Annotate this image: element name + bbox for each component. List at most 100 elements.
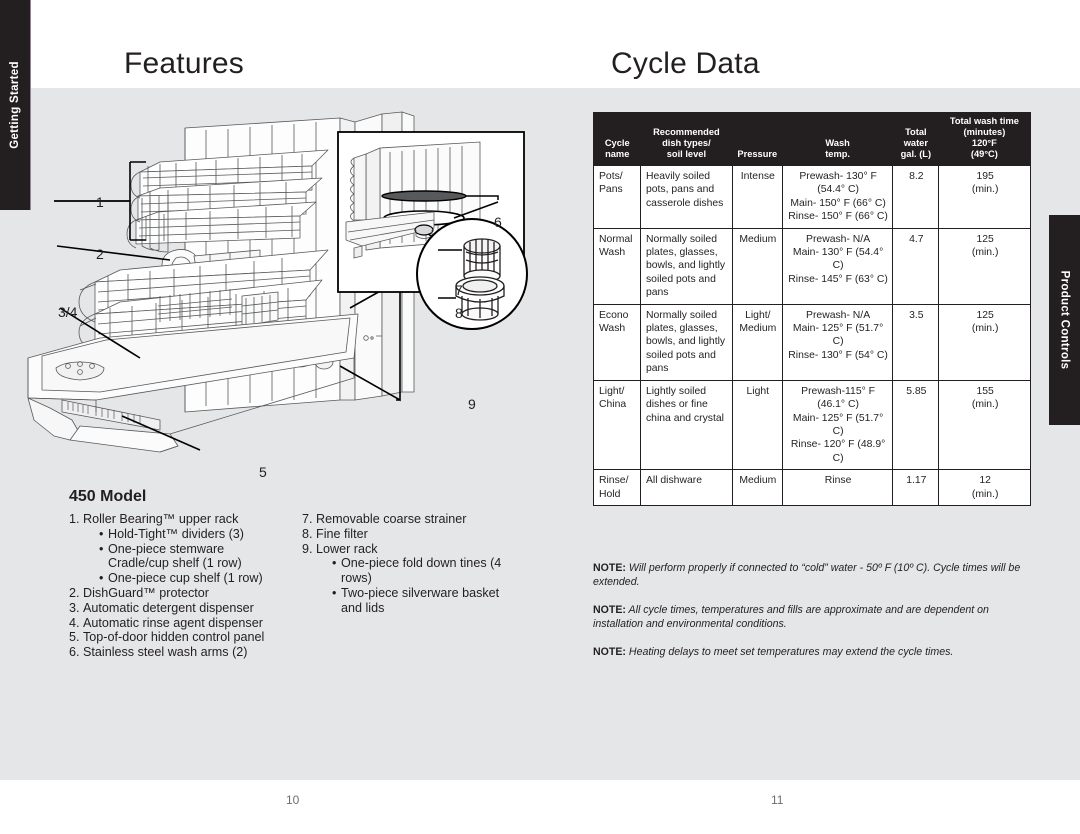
cycle-data-table-body: Pots/Pans Heavily soiled pots, pans and c… [593,165,1031,506]
feature-list-item-label: Fine filter [316,526,368,541]
cell-pressure: Medium [731,227,783,305]
column-header-wash-temp: Wash temp. [782,112,893,166]
feature-list-item-number: 8. [302,526,313,541]
feature-list-sub-item-label: Two-piece silverware basket and lids [341,585,500,615]
callout-number-5: 5 [259,464,267,480]
bullet-icon: • [99,571,104,586]
cycle-data-notes: NOTE: Will perform properly if connected… [593,561,1025,673]
cycle-data-table: Cycle name Recommended dish types/soil lev… [593,112,1031,506]
feature-list-item: 4. Automatic rinse agent dispenser [69,616,276,631]
cell-total-wash-time: 195 (min.) [938,165,1031,229]
cell-wash-temp: Prewash- 130° F (54.4° C) Main- 150° F (66… [781,165,894,229]
cell-dish-types: Normally soiled plates, glasses, bowls, … [639,227,733,305]
cell-cycle-name: Pots/Pans [593,165,641,229]
note-label: NOTE: [593,646,626,658]
cell-total-water: 3.5 [892,303,940,381]
page-number-right: 11 [771,793,784,807]
feature-list-item: 3. Automatic detergent dispenser [69,601,276,616]
feature-list-item-number: 9. [302,541,313,556]
note-label: NOTE: [593,562,626,574]
page-title-features: Features [124,47,244,80]
feature-list-item: 7. Removable coarse strainer [302,512,509,527]
table-row: Rinse/Hold All dishware Medium Rinse 1.17 12(… [593,469,1031,506]
column-header-dish-types: Recommended dish types/soil level [640,112,733,166]
features-list-column-2: 7. Removable coarse strainer 8. Fine filter… [302,512,509,660]
feature-list-sub-item: • One-piece stemware Cradle/cup shelf (1 … [99,542,276,572]
cell-dish-types: All dishware [639,469,733,506]
column-header-cycle-name: Cycle name [593,112,641,166]
cell-total-water: 1.17 [892,469,940,506]
feature-list-item: 6. Stainless steel wash arms (2) [69,645,276,660]
note-paragraph: NOTE: Will perform properly if connected… [593,562,1021,588]
feature-list-item: 5. Top-of-door hidden control panel [69,630,276,645]
cell-wash-temp: Prewash- N/A Main- 130° F (54.4° C) Rinse-… [781,227,894,305]
cell-wash-temp: Prewash- N/A Main- 125° F (51.7° C) Rinse-… [781,303,894,381]
table-header-row: Cycle name Recommended dish types/soil lev… [593,112,1031,166]
feature-list-item: 9. Lower rack [302,542,509,557]
cell-dish-types: Normally soiled plates, glasses, bowls, … [639,303,733,381]
feature-list-item: 2. DishGuard™ protector [69,586,276,601]
callout-number-6: 6 [494,214,502,230]
feature-list-item-label: Automatic detergent dispenser [83,600,254,615]
feature-list-sub-item-label: One-piece cup shelf (1 row) [108,571,263,586]
feature-list-item-label: Lower rack [316,541,378,556]
feature-list-sub-item-label: Hold-Tight™ dividers (3) [108,526,245,541]
cell-dish-types: Lightly soiled dishes or fine china and … [639,379,733,471]
callout-number-2: 2 [96,246,104,262]
callout-number-7: 7 [455,282,463,298]
cell-total-water: 8.2 [892,165,940,229]
cycle-data-table-head: Cycle name Recommended dish types/soil lev… [593,112,1031,166]
column-header-total-wash-time: Total wash time (minutes) 120°F (49°C) [938,112,1031,166]
cell-pressure: Medium [731,469,783,506]
feature-list-item-number: 5. [69,630,80,645]
page-number-left: 10 [286,793,300,807]
model-heading: 450 Model [69,488,147,505]
cell-cycle-name: Light/China [593,379,641,471]
feature-list-item-label: Stainless steel wash arms (2) [83,645,248,660]
cell-cycle-name: Normal Wash [593,227,641,305]
cell-total-wash-time: 155 (min.) [938,379,1031,471]
cell-total-wash-time: 12 (min.) [938,469,1031,506]
feature-list-item: 1. Roller Bearing™ upper rack [69,512,276,527]
feature-list-item-label: DishGuard™ protector [83,585,209,600]
cell-cycle-name: Rinse/Hold [593,469,641,506]
cell-wash-temp: Prewash-115° F (46.1° C) Main- 125° F (51.… [781,379,894,471]
callout-number-3-4: 3/4 [58,304,78,320]
dishwasher-illustration [10,100,530,490]
feature-list-sub-item: • One-piece fold down tines (4 rows) [332,556,509,586]
cell-cycle-name: Econo Wash [593,303,641,381]
table-row: Econo Wash Normally soiled plates, glasses… [593,303,1031,381]
note-label: NOTE: [593,604,626,616]
feature-list-item-number: 7. [302,512,313,526]
section-tab-product-controls[interactable]: Product Controls [1049,215,1080,425]
cell-pressure: Intense [731,165,783,229]
table-row: Normal Wash Normally soiled plates, glasse… [593,227,1031,305]
feature-list-sub-item: • One-piece cup shelf (1 row) [99,571,276,586]
feature-list-sub-item-label: One-piece fold down tines (4 rows) [341,556,502,586]
feature-list-sub-item-label: One-piece stemware Cradle/cup shelf (1 r… [108,541,242,571]
cell-pressure: Light/Medium [731,303,783,381]
feature-list-item-label: Roller Bearing™ upper rack [83,512,239,526]
feature-list-item-label: Automatic rinse agent dispenser [83,615,263,630]
page-title-cycle-data: Cycle Data [611,47,760,80]
feature-list-item-number: 6. [69,645,80,660]
cell-total-wash-time: 125 (min.) [938,227,1031,305]
feature-list-item-number: 3. [69,600,80,615]
column-header-pressure: Pressure [732,112,783,166]
bullet-icon: • [332,585,337,600]
note-paragraph: NOTE: All cycle times, temperatures and … [593,604,989,630]
feature-list-item-number: 1. [69,512,80,526]
cell-dish-types: Heavily soiled pots, pans and casserole … [639,165,733,229]
cell-total-water: 4.7 [892,227,940,305]
feature-list-sub-item: • Two-piece silverware basket and lids [332,586,509,616]
feature-list-item-number: 2. [69,585,80,600]
feature-list-item-number: 4. [69,615,80,630]
feature-list-sub-item: • Hold-Tight™ dividers (3) [99,527,276,542]
feature-list-item-label: Removable coarse strainer [316,512,467,526]
table-row: Pots/Pans Heavily soiled pots, pans and c… [593,165,1031,229]
cell-total-wash-time: 125 (min.) [938,303,1031,381]
cell-pressure: Light [731,379,783,471]
table-row: Light/China Lightly soiled dishes or fine… [593,379,1031,471]
cell-wash-temp: Rinse [781,469,894,506]
feature-list-item: 8. Fine filter [302,527,509,542]
